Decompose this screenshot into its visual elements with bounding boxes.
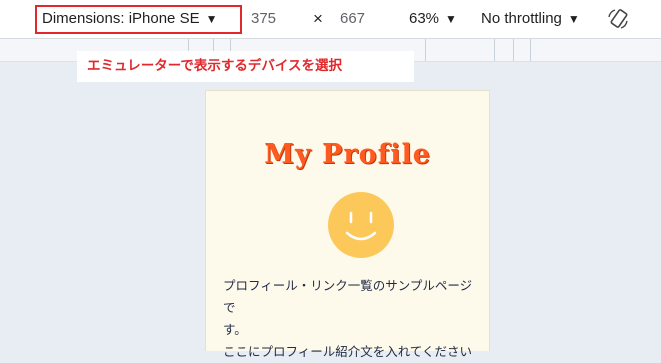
zoom-label: 63%	[409, 10, 440, 27]
smiley-face-icon	[328, 192, 394, 258]
intro-text-line: ここにプロフィール紹介文を入れてください	[223, 344, 473, 359]
profile-intro: プロフィール・リンク一覧のサンプルページで す。 ここにプロフィール紹介文を入れ…	[223, 275, 483, 363]
times-icon: ×	[313, 9, 323, 28]
throttling-label: No throttling	[481, 10, 562, 27]
page-title: My Profile	[264, 139, 431, 170]
emulated-viewport: My Profile プロフィール・リンク一覧のサンプルページで す。 ここにプ…	[205, 90, 490, 359]
ruler-tick	[513, 39, 514, 61]
intro-text-line: す。	[223, 322, 247, 337]
zoom-select[interactable]: 63% ▼	[409, 0, 457, 38]
width-input[interactable]: 375	[251, 0, 276, 38]
throttling-select[interactable]: No throttling ▼	[481, 0, 580, 38]
caret-down-icon: ▼	[567, 12, 580, 26]
ruler-tick	[425, 39, 426, 61]
device-toolbar: Dimensions: iPhone SE ▼ 375 × 667 63% ▼ No…	[0, 0, 661, 39]
caret-down-icon: ▼	[445, 12, 457, 26]
ruler-tick	[494, 39, 495, 61]
height-input[interactable]: 667	[340, 0, 365, 38]
ruler-tick	[530, 39, 531, 61]
rotate-icon	[608, 9, 628, 29]
highlight-box	[35, 5, 242, 34]
intro-text-line: プロフィール・リンク一覧のサンプルページで	[223, 278, 473, 315]
annotation-callout: エミュレーターで表示するデバイスを選択	[77, 51, 414, 82]
rotate-button[interactable]	[606, 7, 630, 31]
